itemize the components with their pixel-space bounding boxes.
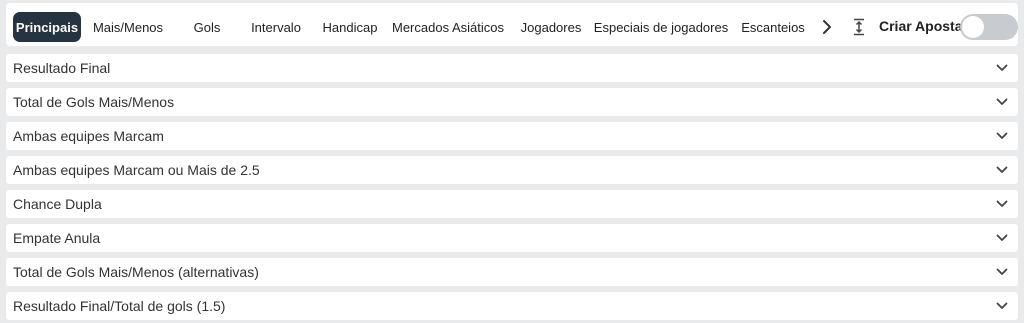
tab-especiais-de-jogadores[interactable]: Especiais de jogadores [594,12,728,42]
market-label: Total de Gols Mais/Menos (alternativas) [13,264,259,280]
create-bet-label: Criar Aposta [879,18,963,34]
market-label: Resultado Final/Total de gols (1.5) [13,298,226,314]
market-label: Total de Gols Mais/Menos [13,94,175,110]
market-row-resultado-final[interactable]: Resultado Final [6,54,1018,82]
create-bet-toggle[interactable] [960,14,1018,40]
tab-principais[interactable]: Principais [13,12,81,42]
market-label: Ambas equipes Marcam [13,128,164,144]
chevron-down-icon [996,234,1008,241]
toggle-knob [962,16,984,38]
market-row-resultado-final-total-gols[interactable]: Resultado Final/Total de gols (1.5) [6,292,1018,320]
tab-intervalo[interactable]: Intervalo [246,12,306,42]
market-row-ambas-marcam-ou-mais[interactable]: Ambas equipes Marcam ou Mais de 2.5 [6,156,1018,184]
market-tabs-bar: Principais Mais/Menos Gols Intervalo Han… [6,3,1018,46]
scroll-tabs-right-button[interactable] [817,16,837,38]
market-label: Chance Dupla [13,196,102,212]
market-label: Ambas equipes Marcam ou Mais de 2.5 [13,162,260,178]
chevron-down-icon [996,64,1008,71]
tab-mercados-asiaticos[interactable]: Mercados Asiáticos [390,12,506,42]
market-row-total-de-gols[interactable]: Total de Gols Mais/Menos [6,88,1018,116]
chevron-down-icon [996,98,1008,105]
tab-mais-menos[interactable]: Mais/Menos [88,12,168,42]
chevron-down-icon [996,302,1008,309]
chevron-down-icon [996,132,1008,139]
market-row-empate-anula[interactable]: Empate Anula [6,224,1018,252]
bet-builder-icon [851,17,867,37]
market-label: Resultado Final [13,60,111,76]
market-row-chance-dupla[interactable]: Chance Dupla [6,190,1018,218]
market-row-ambas-marcam[interactable]: Ambas equipes Marcam [6,122,1018,150]
chevron-down-icon [996,200,1008,207]
market-label: Empate Anula [13,230,101,246]
tab-jogadores[interactable]: Jogadores [514,12,588,42]
chevron-right-icon [823,20,831,34]
chevron-down-icon [996,166,1008,173]
market-row-total-gols-alternativas[interactable]: Total de Gols Mais/Menos (alternativas) [6,258,1018,286]
chevron-down-icon [996,268,1008,275]
tab-handicap[interactable]: Handicap [316,12,384,42]
tab-gols[interactable]: Gols [186,12,228,42]
tab-escanteios[interactable]: Escanteios [736,12,810,42]
